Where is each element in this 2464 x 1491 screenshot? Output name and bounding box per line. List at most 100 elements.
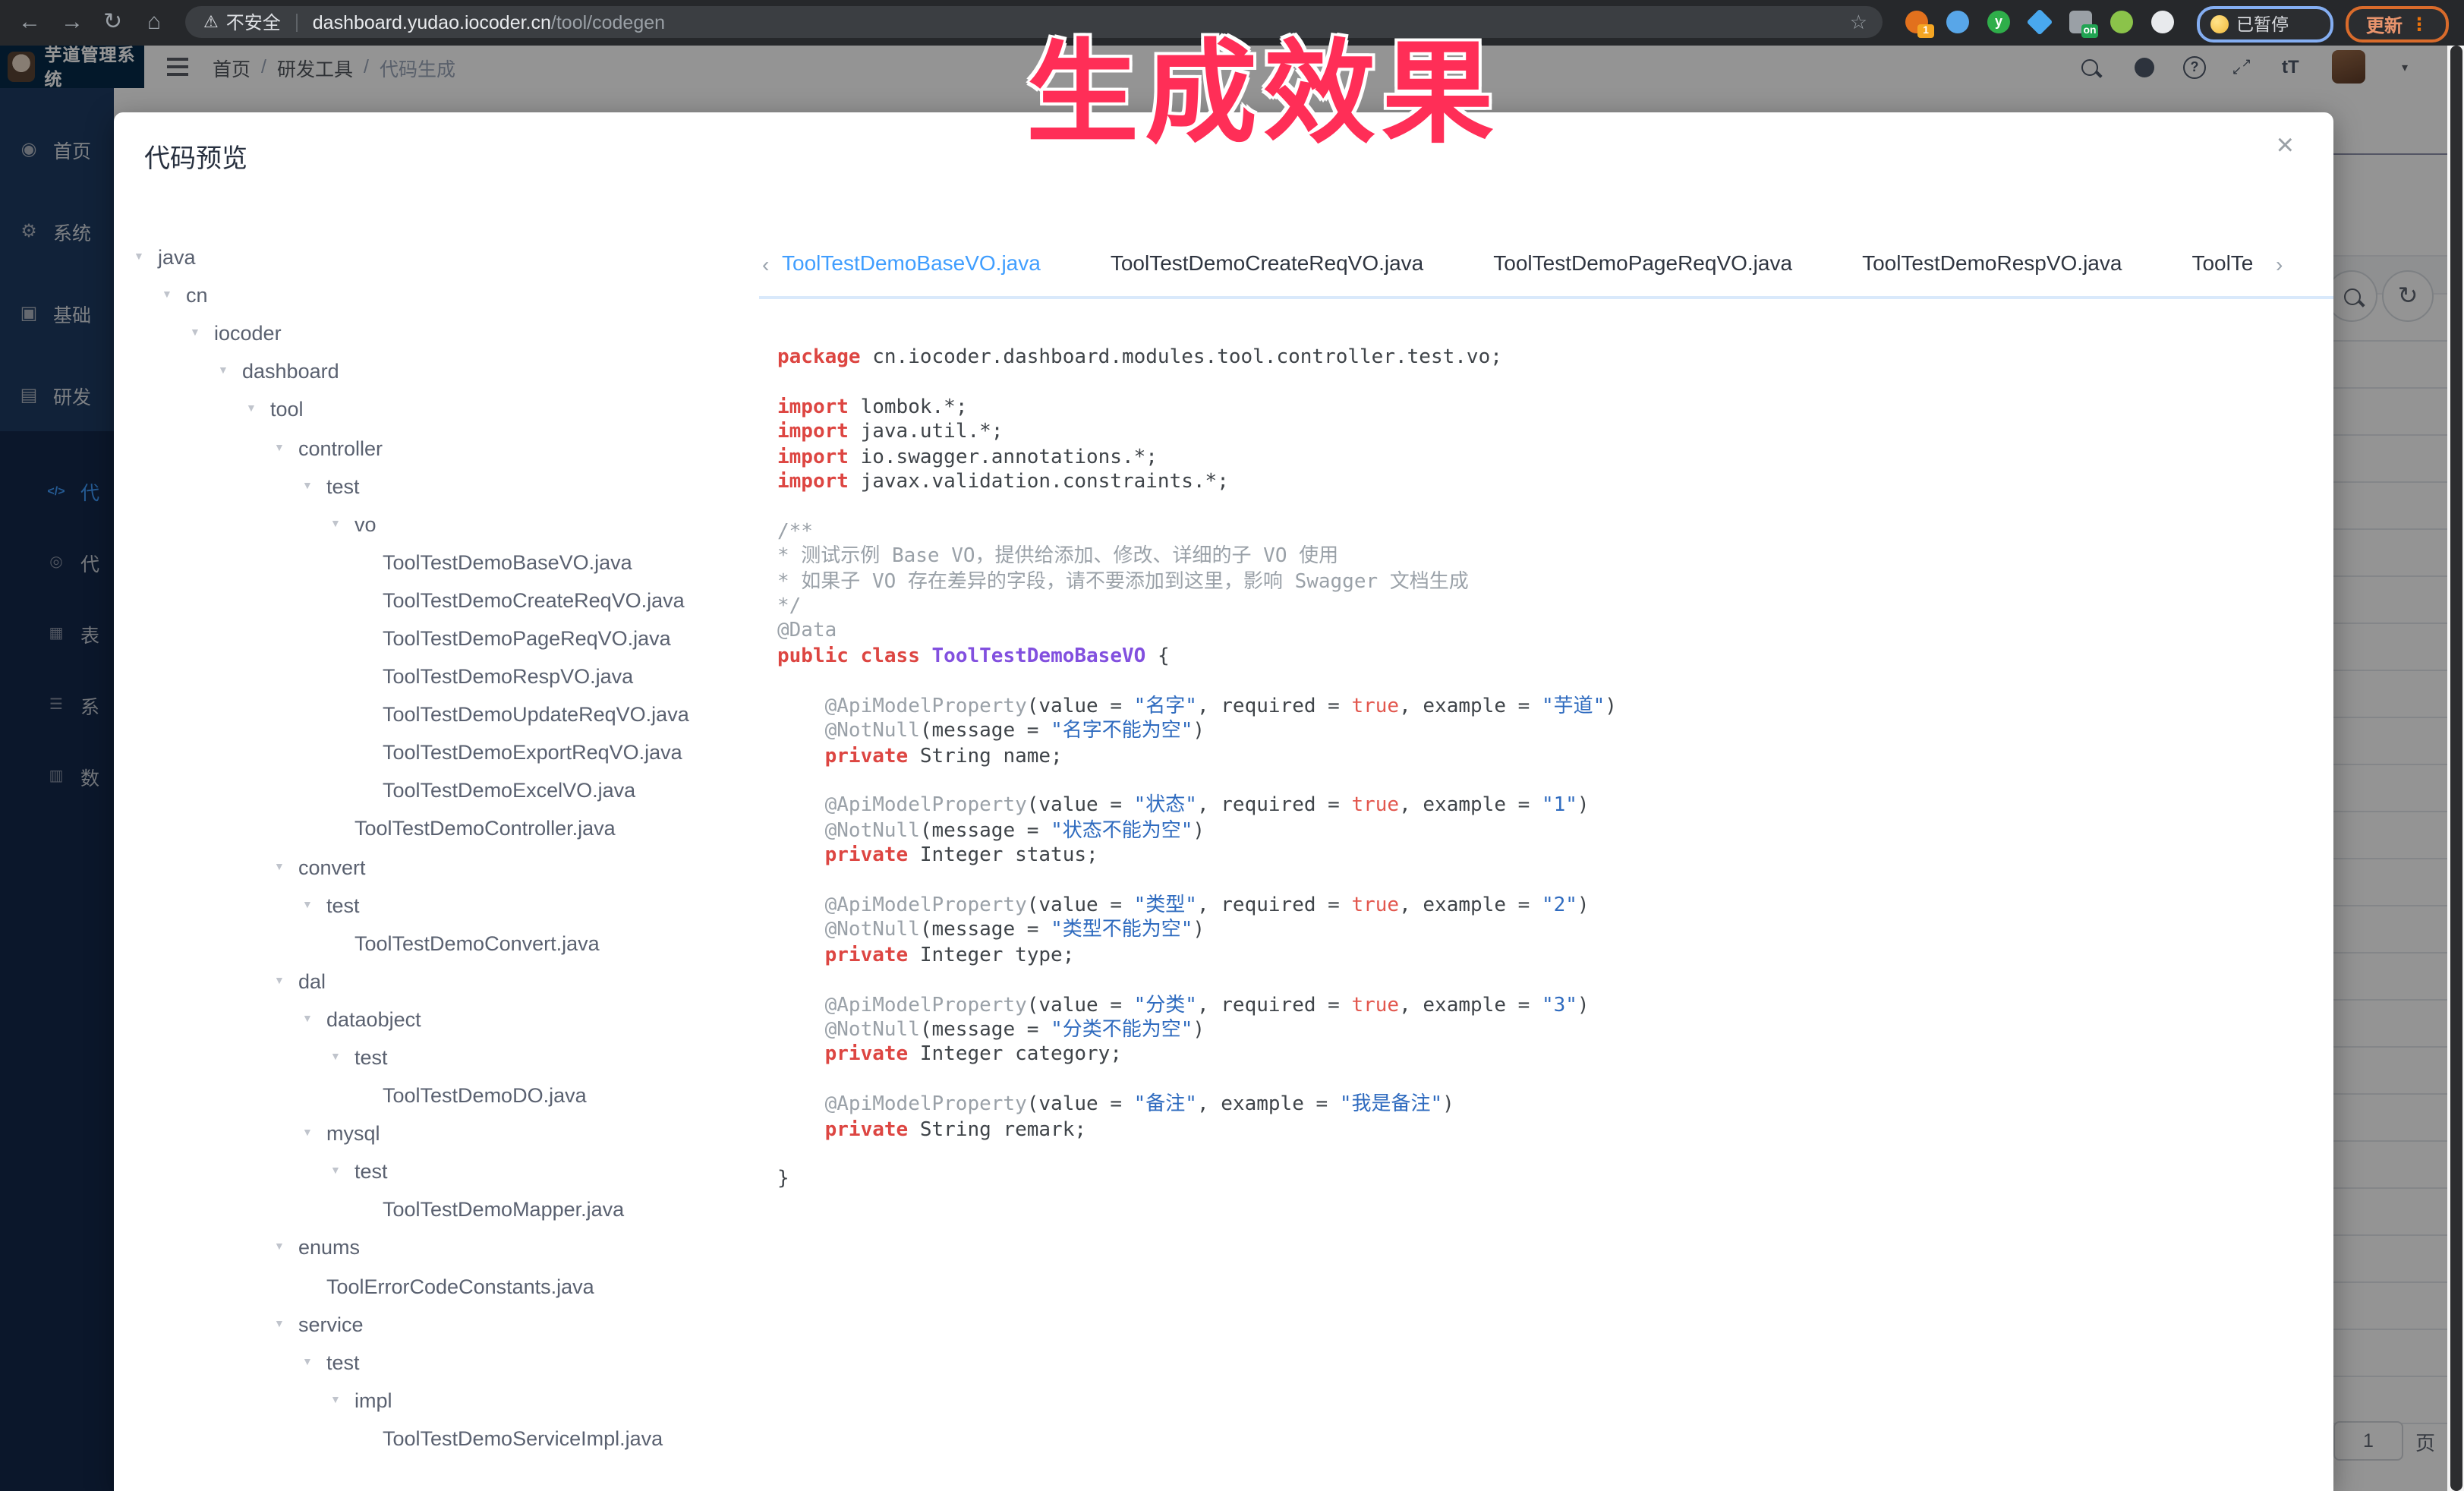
tree-caret-icon[interactable]: ▼ [302, 1357, 326, 1368]
orange-circle-extension-icon[interactable]: 1 [1905, 11, 1928, 33]
tree-item-label: mysql [326, 1122, 380, 1145]
tree-item-label: ToolTestDemoMapper.java [383, 1199, 624, 1221]
tree-item[interactable]: ▼dal [134, 963, 756, 1001]
tree-item[interactable]: ToolTestDemoPageReqVO.java [134, 619, 756, 657]
tree-item[interactable]: ToolTestDemoCreateReqVO.java [134, 582, 756, 619]
code-line [777, 770, 1617, 795]
dialog-title: 代码预览 [144, 137, 247, 175]
tree-item[interactable]: ▼enums [134, 1229, 756, 1267]
back-icon[interactable]: ← [18, 0, 41, 46]
code-line: @NotNull(message = "类型不能为空") [777, 919, 1617, 944]
code-preview-dialog: 代码预览 × ▼java▼cn▼iocoder▼dashboard▼tool▼c… [114, 112, 2333, 1491]
tree-item[interactable]: ▼tool [134, 391, 756, 429]
tree-caret-icon[interactable]: ▼ [162, 290, 186, 301]
tab-scroll-left-icon[interactable]: ‹ [762, 252, 769, 276]
tree-item[interactable]: ToolTestDemoController.java [134, 810, 756, 848]
code-line [777, 869, 1617, 894]
code-line: private Integer type; [777, 944, 1617, 969]
not-secure-warning-icon: ⚠ [203, 12, 219, 32]
tree-item[interactable]: ToolTestDemoExportReqVO.java [134, 733, 756, 771]
tree-caret-icon[interactable]: ▼ [246, 405, 270, 415]
tab-3[interactable]: ToolTestDemoPageReqVO.java [1493, 243, 1792, 282]
tree-item[interactable]: ▼test [134, 1343, 756, 1381]
tree-item[interactable]: ▼controller [134, 429, 756, 467]
file-tree: ▼java▼cn▼iocoder▼dashboard▼tool▼controll… [134, 238, 756, 1458]
tree-caret-icon[interactable]: ▼ [330, 1395, 354, 1406]
tree-item[interactable]: ▼test [134, 1153, 756, 1191]
forward-icon[interactable]: → [61, 0, 83, 46]
green-y-extension-icon[interactable]: y [1987, 11, 2010, 33]
tree-item[interactable]: ToolTestDemoDO.java [134, 1076, 756, 1114]
tree-caret-icon[interactable]: ▼ [134, 252, 158, 263]
tree-item[interactable]: ▼test [134, 467, 756, 505]
tree-caret-icon[interactable]: ▼ [330, 1167, 354, 1177]
code-line [777, 496, 1617, 521]
tree-caret-icon[interactable]: ▼ [190, 328, 214, 339]
tabbar-underline [759, 296, 2333, 299]
tree-item[interactable]: ▼mysql [134, 1114, 756, 1152]
tree-caret-icon[interactable]: ▼ [274, 443, 298, 453]
tree-caret-icon[interactable]: ▼ [302, 900, 326, 910]
tree-item[interactable]: ▼iocoder [134, 314, 756, 352]
tab-1[interactable]: ToolTestDemoBaseVO.java [782, 243, 1041, 282]
puzzle-extension-icon[interactable] [2151, 11, 2174, 33]
code-line [777, 1143, 1617, 1168]
tree-item[interactable]: ▼dataobject [134, 1001, 756, 1039]
tree-item[interactable]: ▼vo [134, 505, 756, 543]
close-icon[interactable]: × [2277, 131, 2294, 161]
tree-caret-icon[interactable]: ▼ [302, 1014, 326, 1025]
code-line: @ApiModelProperty(value = "分类", required… [777, 994, 1617, 1019]
tree-item[interactable]: ToolTestDemoMapper.java [134, 1191, 756, 1229]
tab-2[interactable]: ToolTestDemoCreateReqVO.java [1111, 243, 1423, 282]
tree-item[interactable]: ▼impl [134, 1382, 756, 1420]
bookmark-star-icon[interactable]: ☆ [1850, 6, 1867, 38]
tree-caret-icon[interactable]: ▼ [330, 1052, 354, 1063]
tree-caret-icon[interactable]: ▼ [302, 1128, 326, 1139]
tree-item[interactable]: ToolTestDemoExcelVO.java [134, 772, 756, 810]
browser-menu-icon[interactable]: ⋮ [2410, 14, 2428, 35]
tree-item[interactable]: ▼service [134, 1305, 756, 1343]
tree-item[interactable]: ▼convert [134, 848, 756, 886]
tree-caret-icon[interactable]: ▼ [302, 481, 326, 491]
tree-item-label: vo [354, 512, 377, 535]
tree-item[interactable]: ▼test [134, 1039, 756, 1076]
tree-item[interactable]: ▼test [134, 886, 756, 924]
tree-item[interactable]: ToolTestDemoRespVO.java [134, 657, 756, 695]
paused-extension-pill[interactable]: 已暂停 [2197, 6, 2333, 43]
code-line: @NotNull(message = "分类不能为空") [777, 1019, 1617, 1044]
tree-item[interactable]: ▼java [134, 238, 756, 276]
tree-item-label: test [354, 1046, 388, 1069]
tree-item-label: test [326, 1351, 360, 1374]
home-icon[interactable]: ⌂ [147, 0, 161, 46]
tree-item-label: ToolErrorCodeConstants.java [326, 1275, 594, 1297]
tree-caret-icon[interactable]: ▼ [274, 1319, 298, 1329]
tab-4[interactable]: ToolTestDemoRespVO.java [1862, 243, 2122, 282]
tree-item[interactable]: ▼cn [134, 276, 756, 314]
code-line: * 测试示例 Base VO，提供给添加、修改、详细的子 VO 使用 [777, 546, 1617, 571]
code-line: /** [777, 521, 1617, 546]
tree-caret-icon[interactable]: ▼ [330, 519, 354, 529]
tree-caret-icon[interactable]: ▼ [274, 1243, 298, 1253]
tab-5[interactable]: ToolTe [2191, 243, 2253, 282]
tree-item[interactable]: ▼dashboard [134, 353, 756, 391]
list-on-extension-icon[interactable]: on [2069, 11, 2092, 33]
browser-scrollbar[interactable] [2447, 46, 2464, 1491]
scrollbar-thumb[interactable] [2450, 46, 2462, 1491]
file-tabs: ToolTestDemoBaseVO.java ToolTestDemoCreat… [782, 243, 2270, 282]
tree-item-label: test [326, 474, 360, 497]
tree-item[interactable]: ToolTestDemoUpdateReqVO.java [134, 695, 756, 733]
blue-drop-extension-icon[interactable] [1946, 11, 1969, 33]
code-line [777, 1069, 1617, 1094]
browser-update-button[interactable]: 更新 ⋮ [2346, 6, 2449, 43]
tree-caret-icon[interactable]: ▼ [274, 862, 298, 872]
tree-item[interactable]: ToolTestDemoServiceImpl.java [134, 1420, 756, 1458]
blue-diamond-extension-icon[interactable] [2028, 11, 2051, 33]
tree-caret-icon[interactable]: ▼ [218, 367, 242, 377]
reload-icon[interactable]: ↻ [103, 0, 122, 46]
tree-item[interactable]: ToolTestDemoBaseVO.java [134, 544, 756, 582]
tab-scroll-right-icon[interactable]: › [2276, 252, 2283, 276]
tree-item[interactable]: ToolErrorCodeConstants.java [134, 1267, 756, 1305]
tree-caret-icon[interactable]: ▼ [274, 976, 298, 987]
green-sprout-extension-icon[interactable] [2110, 11, 2133, 33]
tree-item[interactable]: ToolTestDemoConvert.java [134, 924, 756, 962]
